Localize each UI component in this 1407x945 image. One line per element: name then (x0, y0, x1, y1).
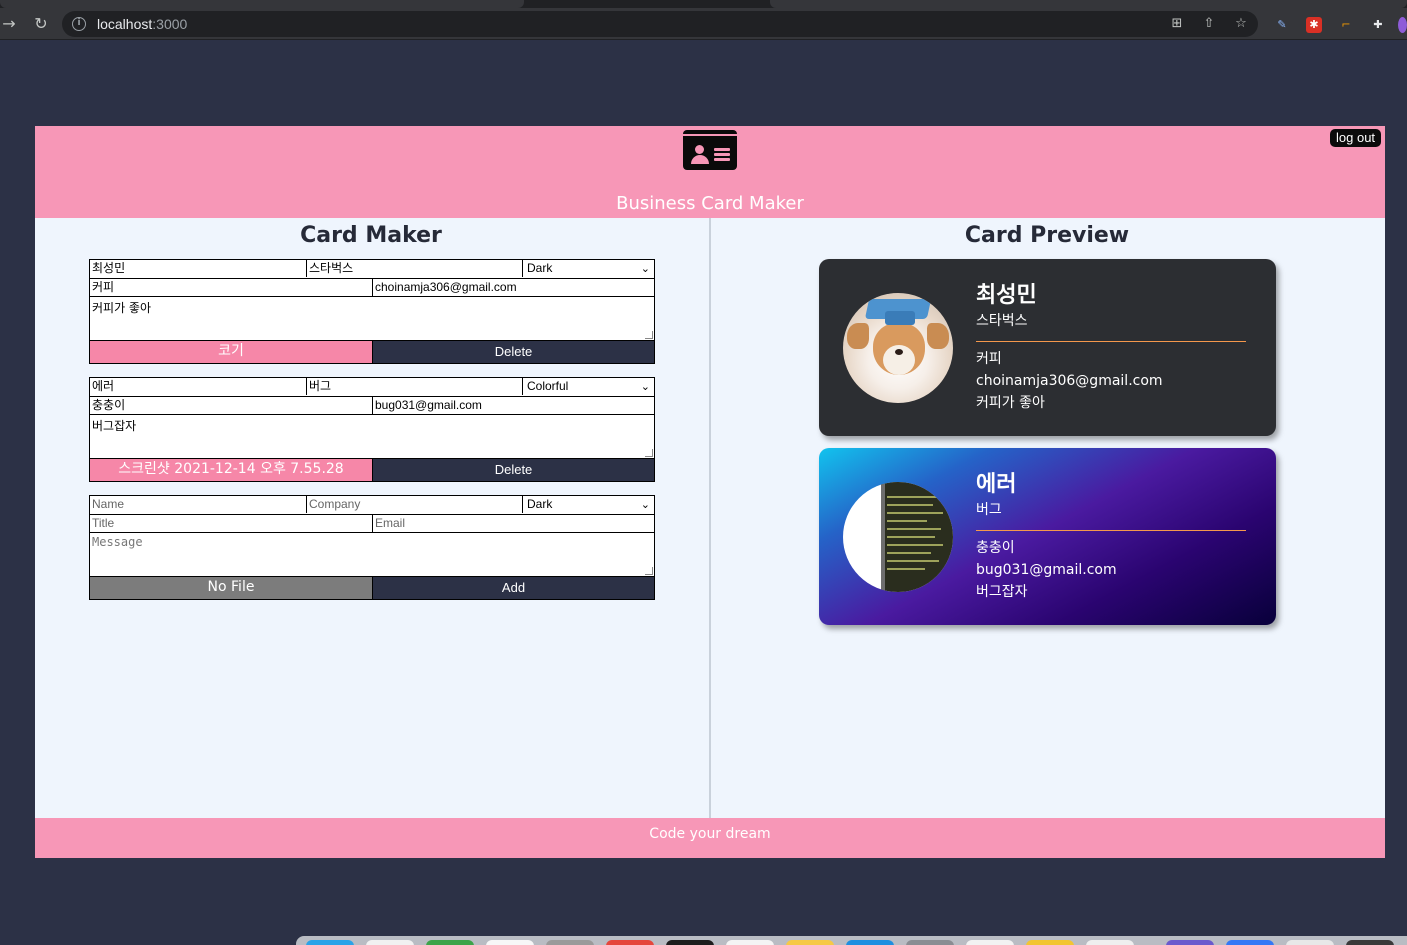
card-message: 커피가 좋아 (976, 395, 1045, 411)
forward-arrow-icon[interactable]: → (0, 15, 18, 33)
app-container: Business Card Maker log out Card Maker C… (35, 126, 1385, 858)
share-icon[interactable]: ⇧ (1202, 17, 1216, 31)
message-textarea[interactable]: 커피가 좋아 (90, 296, 654, 340)
email-input[interactable]: bug031@gmail.com (372, 397, 654, 414)
address-bar[interactable]: i localhost:3000 ⊞ ⇧ ☆ (62, 11, 1258, 37)
card-name: 에러 (976, 472, 1017, 497)
card-divider (976, 530, 1246, 531)
card-company: 버그 (976, 502, 1002, 518)
image-file-button[interactable]: 스크린샷 2021-12-14 오후 7.55.28 (90, 459, 372, 481)
dock-app-icon[interactable] (666, 940, 714, 945)
dock-app-icon[interactable] (726, 940, 774, 945)
company-input[interactable]: 버그 (306, 378, 522, 395)
message-textarea[interactable]: 버그잡자 (90, 414, 654, 458)
browser-tabstrip (0, 0, 1407, 8)
card-maker-title: Card Maker (300, 223, 442, 248)
logout-button[interactable]: log out (1330, 129, 1382, 147)
browser-tab[interactable] (0, 0, 524, 8)
preview-card: 최성민 스타벅스 커피 choinamja306@gmail.com 커피가 좋… (819, 259, 1276, 436)
avatar (843, 482, 953, 592)
theme-select[interactable]: Dark ⌄ (522, 260, 654, 277)
bookmark-star-icon[interactable]: ☆ (1234, 17, 1248, 31)
image-file-button[interactable]: 코기 (90, 341, 372, 363)
dock-app-icon[interactable] (1286, 940, 1334, 945)
dock-app-icon[interactable] (1086, 940, 1134, 945)
address-url[interactable]: localhost:3000 (97, 16, 187, 32)
browser-toolbar: → ↻ i localhost:3000 ⊞ ⇧ ☆ ✎ ✱ ⌐ ✚ (0, 8, 1407, 40)
card-preview-title: Card Preview (964, 223, 1130, 248)
card-edit-form: 에러 버그 Colorful ⌄ 충충이 bug031@gmail.com 버그잡… (89, 377, 655, 482)
title-input[interactable]: 커피 (90, 279, 372, 296)
name-input[interactable]: Name (90, 496, 306, 513)
browser-tab[interactable] (770, 0, 1407, 8)
add-button[interactable]: Add (372, 577, 654, 599)
delete-button[interactable]: Delete (372, 341, 654, 363)
dock-app-icon[interactable] (306, 940, 354, 945)
card-divider (976, 341, 1246, 342)
email-input[interactable]: Email (372, 515, 654, 532)
theme-select[interactable]: Dark ⌄ (522, 496, 654, 513)
reload-icon[interactable]: ↻ (32, 15, 50, 33)
dock-app-icon[interactable] (366, 940, 414, 945)
dock-app-icon[interactable] (1346, 940, 1394, 945)
app-header: Business Card Maker log out (35, 126, 1385, 218)
card-email: bug031@gmail.com (976, 562, 1117, 578)
card-message: 버그잡자 (976, 584, 1028, 600)
dock-app-icon[interactable] (1026, 940, 1074, 945)
card-email: choinamja306@gmail.com (976, 373, 1163, 389)
preview-card: 에러 버그 충충이 bug031@gmail.com 버그잡자 (819, 448, 1276, 625)
resize-grip-icon[interactable] (645, 567, 653, 575)
chevron-down-icon: ⌄ (640, 263, 650, 275)
dock-app-icon[interactable] (426, 940, 474, 945)
profile-avatar-icon[interactable] (1398, 17, 1407, 33)
image-file-button[interactable]: No File (90, 577, 372, 599)
card-edit-form: 최성민 스타벅스 Dark ⌄ 커피 choinamja306@gmail.com… (89, 259, 655, 364)
dock-app-icon[interactable] (546, 940, 594, 945)
card-add-form: Name Company Dark ⌄ Title Email Message N… (89, 495, 655, 600)
site-info-icon[interactable]: i (72, 17, 86, 31)
gift-extension-icon[interactable]: ✱ (1306, 17, 1322, 33)
dock-app-icon[interactable] (1226, 940, 1274, 945)
message-textarea[interactable]: Message (90, 532, 654, 576)
title-input[interactable]: 충충이 (90, 397, 372, 414)
macos-dock (296, 936, 1407, 945)
theme-select[interactable]: Colorful ⌄ (522, 378, 654, 395)
delete-button[interactable]: Delete (372, 459, 654, 481)
card-title: 충충이 (976, 540, 1015, 556)
avatar (843, 293, 953, 403)
card-name: 최성민 (976, 283, 1037, 308)
card-title: 커피 (976, 351, 1002, 367)
resize-grip-icon[interactable] (645, 449, 653, 457)
flag-extension-icon[interactable]: ⌐ (1338, 17, 1354, 33)
pen-extension-icon[interactable]: ✎ (1274, 17, 1290, 33)
dock-app-icon[interactable] (966, 940, 1014, 945)
dock-app-icon[interactable] (606, 940, 654, 945)
resize-grip-icon[interactable] (645, 331, 653, 339)
app-footer: Code your dream (35, 818, 1385, 858)
dock-app-icon[interactable] (486, 940, 534, 945)
dock-app-icon[interactable] (846, 940, 894, 945)
chevron-down-icon: ⌄ (640, 381, 650, 393)
dock-app-icon[interactable] (786, 940, 834, 945)
card-company: 스타벅스 (976, 313, 1028, 329)
company-input[interactable]: Company (306, 496, 522, 513)
app-title: Business Card Maker (616, 193, 804, 214)
email-input[interactable]: choinamja306@gmail.com (372, 279, 654, 296)
chevron-down-icon: ⌄ (640, 499, 650, 511)
company-input[interactable]: 스타벅스 (306, 260, 522, 277)
title-input[interactable]: Title (90, 515, 372, 532)
name-input[interactable]: 에러 (90, 378, 306, 395)
puzzle-extensions-icon[interactable]: ✚ (1370, 17, 1386, 33)
column-divider (709, 218, 711, 818)
dock-app-icon[interactable] (1166, 940, 1214, 945)
id-card-logo-icon (683, 130, 737, 170)
name-input[interactable]: 최성민 (90, 260, 306, 277)
dock-app-icon[interactable] (906, 940, 954, 945)
translate-icon[interactable]: ⊞ (1170, 17, 1184, 31)
